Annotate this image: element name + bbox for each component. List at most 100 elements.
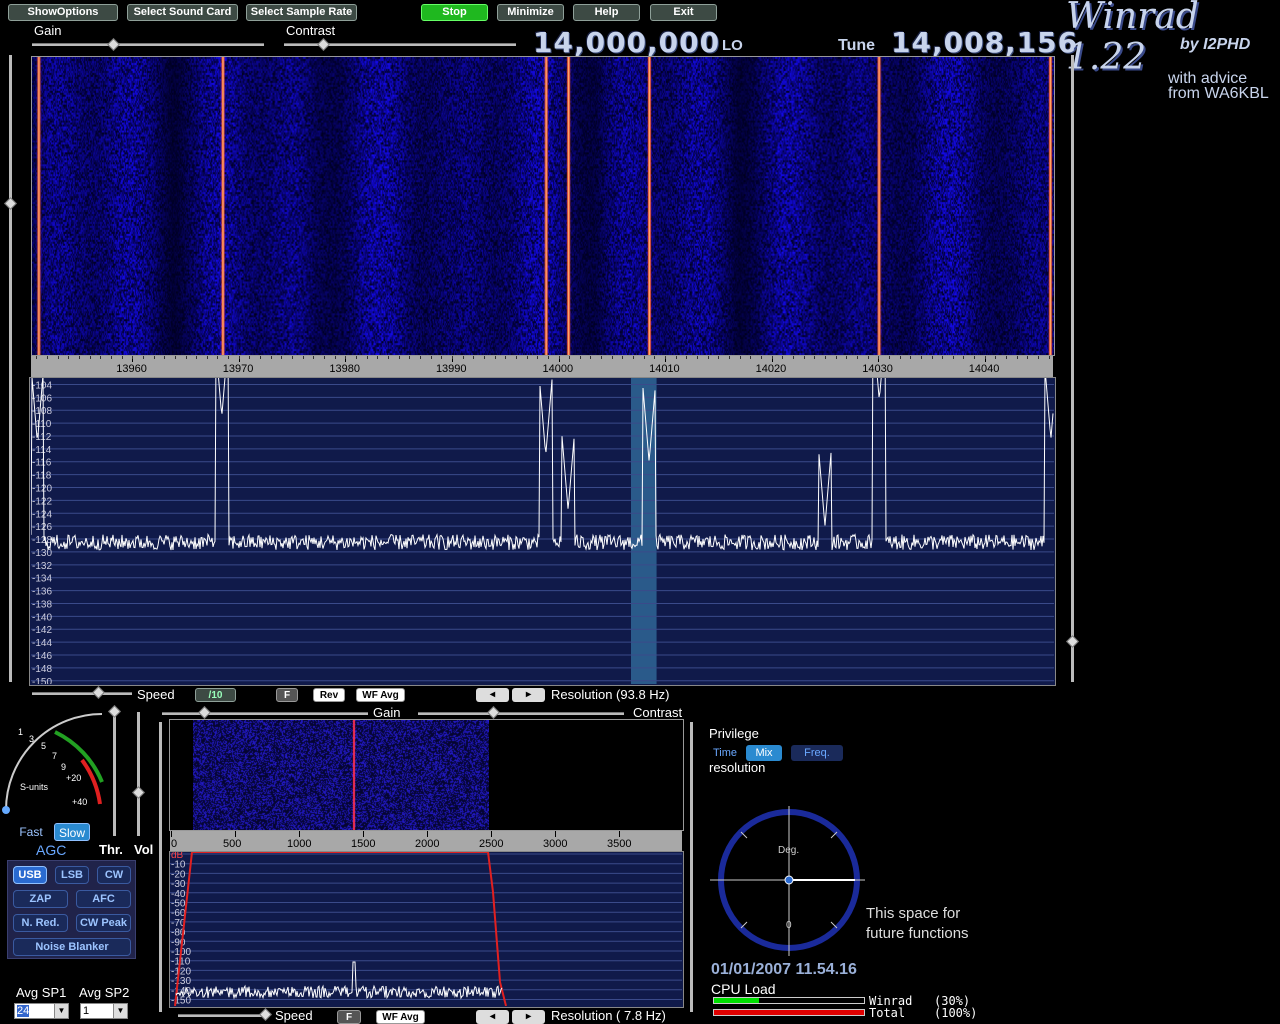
main-axis-minor-tick	[824, 356, 826, 359]
exit-button[interactable]: Exit	[650, 4, 717, 21]
audio-contrast-slider[interactable]	[418, 712, 624, 715]
contrast-label: Contrast	[286, 23, 336, 38]
help-button[interactable]: Help	[573, 4, 640, 21]
stop-button[interactable]: Stop	[421, 4, 488, 21]
audio-wf-avg-button[interactable]: WF Avg	[376, 1010, 425, 1024]
right-vertical-slider-knob[interactable]	[1066, 635, 1079, 648]
wf-avg-button[interactable]: WF Avg	[356, 688, 405, 702]
audio-contrast-slider-knob[interactable]	[487, 706, 500, 719]
audio-f-button[interactable]: F	[337, 1010, 361, 1024]
main-axis-minor-tick	[345, 356, 347, 359]
main-axis-minor-tick	[718, 356, 720, 359]
rev-button[interactable]: Rev	[313, 688, 345, 702]
audio-resolution-label: Resolution ( 7.8 Hz)	[551, 1008, 666, 1023]
afc-button[interactable]: AFC	[76, 890, 131, 908]
main-axis-minor-tick	[537, 356, 539, 359]
noise-reduction-button[interactable]: N. Red.	[13, 914, 68, 932]
noise-blanker-button[interactable]: Noise Blanker	[13, 938, 131, 956]
main-axis-minor-tick	[398, 356, 400, 359]
audio-speed-slider[interactable]	[178, 1014, 268, 1017]
audio-right-vertical-slider[interactable]	[690, 722, 693, 1012]
main-axis-tick-label: 13970	[222, 363, 254, 375]
volume-slider[interactable]	[137, 712, 140, 836]
volume-slider-knob[interactable]	[132, 786, 145, 799]
avg-sp2-select[interactable]: 1 ▼	[80, 1003, 128, 1019]
tune-frequency[interactable]: 14,008,156	[891, 26, 1078, 59]
resolution-down-button[interactable]: ◂	[476, 688, 509, 702]
privilege-time-button[interactable]: Time	[707, 745, 743, 761]
cw-peak-button[interactable]: CW Peak	[76, 914, 131, 932]
div10-button[interactable]: /10	[195, 688, 236, 702]
audio-speed-slider-knob[interactable]	[259, 1008, 272, 1021]
gain-slider[interactable]	[32, 43, 264, 46]
show-options-button[interactable]: ShowOptions	[8, 4, 118, 21]
phase-dial	[710, 806, 865, 956]
main-waterfall[interactable]	[31, 56, 1055, 356]
main-axis-minor-tick	[931, 356, 933, 359]
audio-gain-slider-knob[interactable]	[198, 706, 211, 719]
f-button[interactable]: F	[276, 688, 298, 702]
timestamp: 01/01/2007 11.54.16	[711, 961, 857, 978]
agc-fast-button[interactable]: Fast	[14, 823, 48, 841]
gain-slider-knob[interactable]	[107, 38, 121, 51]
main-axis-minor-tick	[888, 356, 890, 359]
contrast-slider-knob[interactable]	[317, 38, 331, 51]
main-axis-minor-tick	[761, 356, 762, 359]
speed-slider[interactable]	[32, 692, 132, 695]
lo-frequency[interactable]: 14,000,000	[533, 26, 720, 59]
main-spectrum[interactable]: -104-106-108-110-112-114-116-118-120-122…	[31, 378, 1054, 684]
s-units-label: S-units	[20, 782, 49, 792]
main-axis-minor-tick	[473, 356, 475, 359]
select-sample-rate-button[interactable]: Select Sample Rate	[246, 4, 357, 21]
resolution-up-button[interactable]: ▸	[512, 688, 545, 702]
usb-button[interactable]: USB	[13, 866, 47, 884]
main-axis-minor-tick	[771, 356, 773, 359]
cw-button[interactable]: CW	[97, 866, 131, 884]
main-axis-minor-tick	[1038, 356, 1040, 359]
main-axis-minor-tick	[217, 356, 219, 359]
main-axis-minor-tick	[856, 356, 858, 359]
agc-slow-button[interactable]: Slow	[54, 823, 90, 841]
audio-left-vertical-slider[interactable]	[159, 722, 162, 1012]
main-axis-minor-tick	[164, 356, 166, 359]
vol-label: Vol	[134, 842, 154, 857]
main-axis-minor-tick	[153, 356, 155, 359]
zap-button[interactable]: ZAP	[13, 890, 68, 908]
audio-axis-tick-label: 2500	[479, 838, 504, 850]
dial-zero-label: 0	[786, 920, 792, 931]
main-db-label: -148	[32, 664, 52, 675]
main-axis-minor-tick	[121, 356, 123, 359]
audio-axis-tick	[171, 831, 172, 837]
avg-sp1-select[interactable]: 24 ▼	[14, 1003, 69, 1019]
audio-filter-passband[interactable]	[174, 852, 507, 1006]
right-vertical-slider[interactable]	[1071, 55, 1074, 682]
threshold-slider[interactable]	[113, 712, 116, 836]
left-vertical-slider[interactable]	[9, 55, 12, 682]
lsb-button[interactable]: LSB	[55, 866, 89, 884]
privilege-mix-button[interactable]: Mix	[746, 745, 782, 761]
audio-resolution-up-button[interactable]: ▸	[512, 1010, 545, 1024]
speed-slider-knob[interactable]	[92, 686, 105, 699]
main-axis-minor-tick	[867, 356, 869, 359]
audio-spectrum[interactable]: dB-10-20-30-40-50-60-70-80-90-100-110-12…	[170, 852, 682, 1006]
main-axis-minor-tick	[57, 356, 59, 359]
main-axis-minor-tick	[782, 356, 784, 359]
audio-resolution-down-button[interactable]: ◂	[476, 1010, 509, 1024]
gain-label: Gain	[34, 23, 62, 38]
audio-gain-slider[interactable]	[162, 712, 368, 715]
main-axis-minor-tick	[611, 356, 613, 359]
main-axis-minor-tick	[302, 356, 304, 359]
main-axis-minor-tick	[1027, 356, 1029, 359]
dial-deg-label: Deg.	[778, 845, 800, 856]
main-axis-minor-tick	[388, 356, 389, 359]
main-frequency-axis: 13960 13970 13980 13990 14000 14010 14020 14030…	[31, 356, 1053, 378]
threshold-slider-knob[interactable]	[108, 705, 121, 718]
main-axis-minor-tick	[505, 356, 507, 359]
main-axis-minor-tick	[78, 356, 80, 359]
select-sound-card-button[interactable]: Select Sound Card	[127, 4, 238, 21]
privilege-freq-button[interactable]: Freq.	[791, 745, 843, 761]
audio-waterfall[interactable]	[193, 720, 489, 830]
left-vertical-slider-knob[interactable]	[4, 197, 17, 210]
minimize-button[interactable]: Minimize	[497, 4, 564, 21]
lo-unit: LO	[722, 37, 743, 54]
